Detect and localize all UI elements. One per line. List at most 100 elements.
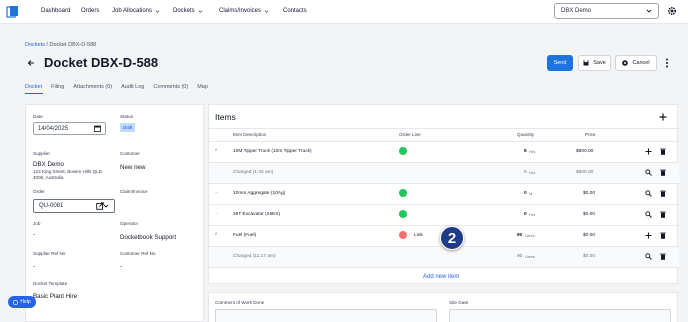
nav-dashboard[interactable]: Dashboard — [41, 8, 70, 14]
customer-ref-label: Customer Ref No — [120, 251, 156, 256]
nav-claims-invoices[interactable]: Claims/Invoices — [219, 8, 269, 14]
send-button[interactable]: Send — [547, 55, 573, 71]
order-line-linked-icon — [399, 147, 407, 155]
charge-quantity: 8 — [524, 170, 527, 175]
docket-template-value: Basic Plant Hire — [33, 293, 78, 300]
expand-toggle[interactable]: ^ — [215, 149, 217, 154]
order-line-linked-icon — [399, 189, 407, 197]
cancel-button[interactable]: Cancel — [615, 55, 657, 71]
tab-filing[interactable]: Filing — [51, 84, 64, 90]
chevron-down-icon — [646, 9, 652, 13]
claim-invoice-label: Claim/Invoice — [120, 189, 148, 194]
calendar-icon[interactable] — [94, 125, 101, 132]
delete-icon[interactable] — [660, 190, 666, 197]
tenant-select[interactable]: DBX Demo — [554, 3, 659, 19]
back-arrow-icon[interactable] — [27, 59, 35, 67]
comment-label: Comment of Work Done — [215, 300, 265, 305]
breadcrumb-dockets-link[interactable]: Dockets — [25, 42, 45, 48]
tab-bar: Docket Filing Attachments (0) Audit Log … — [25, 84, 208, 90]
table-row[interactable]: ^ 10M Tipper Truck (10m Tipper Truck) 8 … — [209, 142, 679, 163]
status-badge: Draft — [120, 123, 136, 132]
status-label: Status — [120, 114, 134, 119]
more-options-icon[interactable] — [665, 58, 669, 68]
delete-icon[interactable] — [660, 169, 666, 176]
operator-label: Operator — [120, 221, 139, 226]
items-panel: Items Item Description Order Line Quanti… — [208, 104, 679, 284]
tab-attachments[interactable]: Attachments (0) — [73, 84, 112, 90]
gear-icon[interactable] — [667, 6, 677, 16]
delete-icon[interactable] — [660, 232, 666, 239]
app-logo-icon[interactable] — [6, 5, 19, 18]
add-new-item-link[interactable]: Add new item — [423, 274, 459, 280]
add-icon[interactable] — [645, 232, 652, 239]
order-value: QU-0081 — [39, 203, 64, 209]
search-icon[interactable] — [645, 169, 652, 176]
nav-orders[interactable]: Orders — [81, 8, 99, 14]
docket-details-panel: Date 14/04/2025 Status Draft Supplier DB… — [25, 104, 204, 322]
date-input[interactable]: 14/04/2025 — [33, 122, 106, 135]
expand-toggle[interactable]: – — [215, 212, 218, 217]
top-navigation: Dashboard Orders Job Allocations Dockets… — [0, 0, 688, 24]
help-icon — [13, 299, 19, 305]
active-tab-indicator — [25, 93, 43, 94]
add-icon[interactable] — [645, 148, 652, 155]
nav-contacts[interactable]: Contacts — [283, 8, 307, 14]
help-button[interactable]: Help — [8, 296, 36, 308]
item-unit: Hrs — [529, 212, 536, 217]
charge-description: Charged (11:17 am) — [233, 254, 276, 259]
nav-dockets[interactable]: Dockets — [173, 8, 203, 14]
search-icon[interactable] — [645, 211, 652, 218]
tab-audit-log[interactable]: Audit Log — [121, 84, 144, 90]
charge-price: $800.00 — [576, 170, 594, 175]
table-row[interactable]: Charged (11:17 am) 90 Litres $0.00 — [209, 247, 679, 268]
supplier-name: DBX Demo — [33, 161, 64, 168]
table-row[interactable]: – 25T Excavator (25EX) 0 Hrs $0.00 — [209, 205, 679, 226]
item-quantity: 90 — [517, 233, 523, 238]
breadcrumb-current: Docket DBX-D-588 — [49, 42, 97, 48]
job-value: - — [33, 231, 36, 238]
expand-toggle[interactable]: – — [215, 191, 218, 196]
open-external-icon[interactable] — [96, 202, 104, 210]
item-price: $0.00 — [583, 212, 596, 217]
operator-value: Docketbook Support — [120, 234, 177, 241]
item-description: 10M Tipper Truck (10m Tipper Truck) — [233, 149, 312, 154]
item-unit: Litres — [525, 233, 535, 238]
col-item-description: Item Description — [233, 132, 267, 137]
charge-quantity: 90 — [517, 254, 523, 259]
comment-panel: Comment of Work Done Site Gate — [208, 292, 678, 322]
site-gate-input[interactable] — [449, 309, 671, 322]
nav-job-allocations[interactable]: Job Allocations — [112, 8, 160, 14]
add-item-icon[interactable] — [659, 113, 667, 121]
search-icon[interactable] — [645, 190, 652, 197]
table-row[interactable]: – 10mm Aggregate (10Ag) 0 M $0.00 — [209, 184, 679, 205]
comment-input[interactable] — [215, 309, 437, 322]
save-button[interactable]: Save — [578, 55, 611, 71]
item-description: 25T Excavator (25EX) — [233, 212, 281, 217]
cancel-icon — [622, 60, 629, 66]
delete-icon[interactable] — [660, 253, 666, 260]
items-title: Items — [215, 112, 236, 122]
tab-map[interactable]: Map — [197, 84, 208, 90]
expand-toggle[interactable]: ^ — [215, 233, 217, 238]
col-order-line: Order Line — [399, 132, 421, 137]
delete-icon[interactable] — [660, 211, 666, 218]
title-row: Docket DBX-D-588 — [27, 55, 158, 70]
table-row[interactable]: Charged (1:44 am) 8 Hrs $800.00 — [209, 163, 679, 184]
divider — [209, 128, 679, 129]
tab-docket[interactable]: Docket — [25, 84, 42, 90]
col-price: Price — [585, 132, 596, 137]
customer-ref-value: - — [120, 263, 123, 270]
link-button[interactable]: Link — [414, 233, 423, 238]
customer-label: Customer — [120, 151, 140, 156]
search-icon[interactable] — [645, 253, 652, 260]
col-quantity: Quantity — [517, 132, 535, 137]
date-label: Date — [33, 114, 43, 119]
tab-comments[interactable]: Comments (0) — [153, 84, 188, 90]
date-value: 14/04/2025 — [38, 125, 69, 132]
charge-price: $0.00 — [583, 254, 596, 259]
site-gate-label: Site Gate — [449, 300, 469, 305]
charge-description: Charged (1:44 am) — [233, 170, 274, 175]
save-icon — [583, 60, 589, 66]
delete-icon[interactable] — [660, 148, 666, 155]
charge-unit: Litres — [525, 254, 535, 259]
